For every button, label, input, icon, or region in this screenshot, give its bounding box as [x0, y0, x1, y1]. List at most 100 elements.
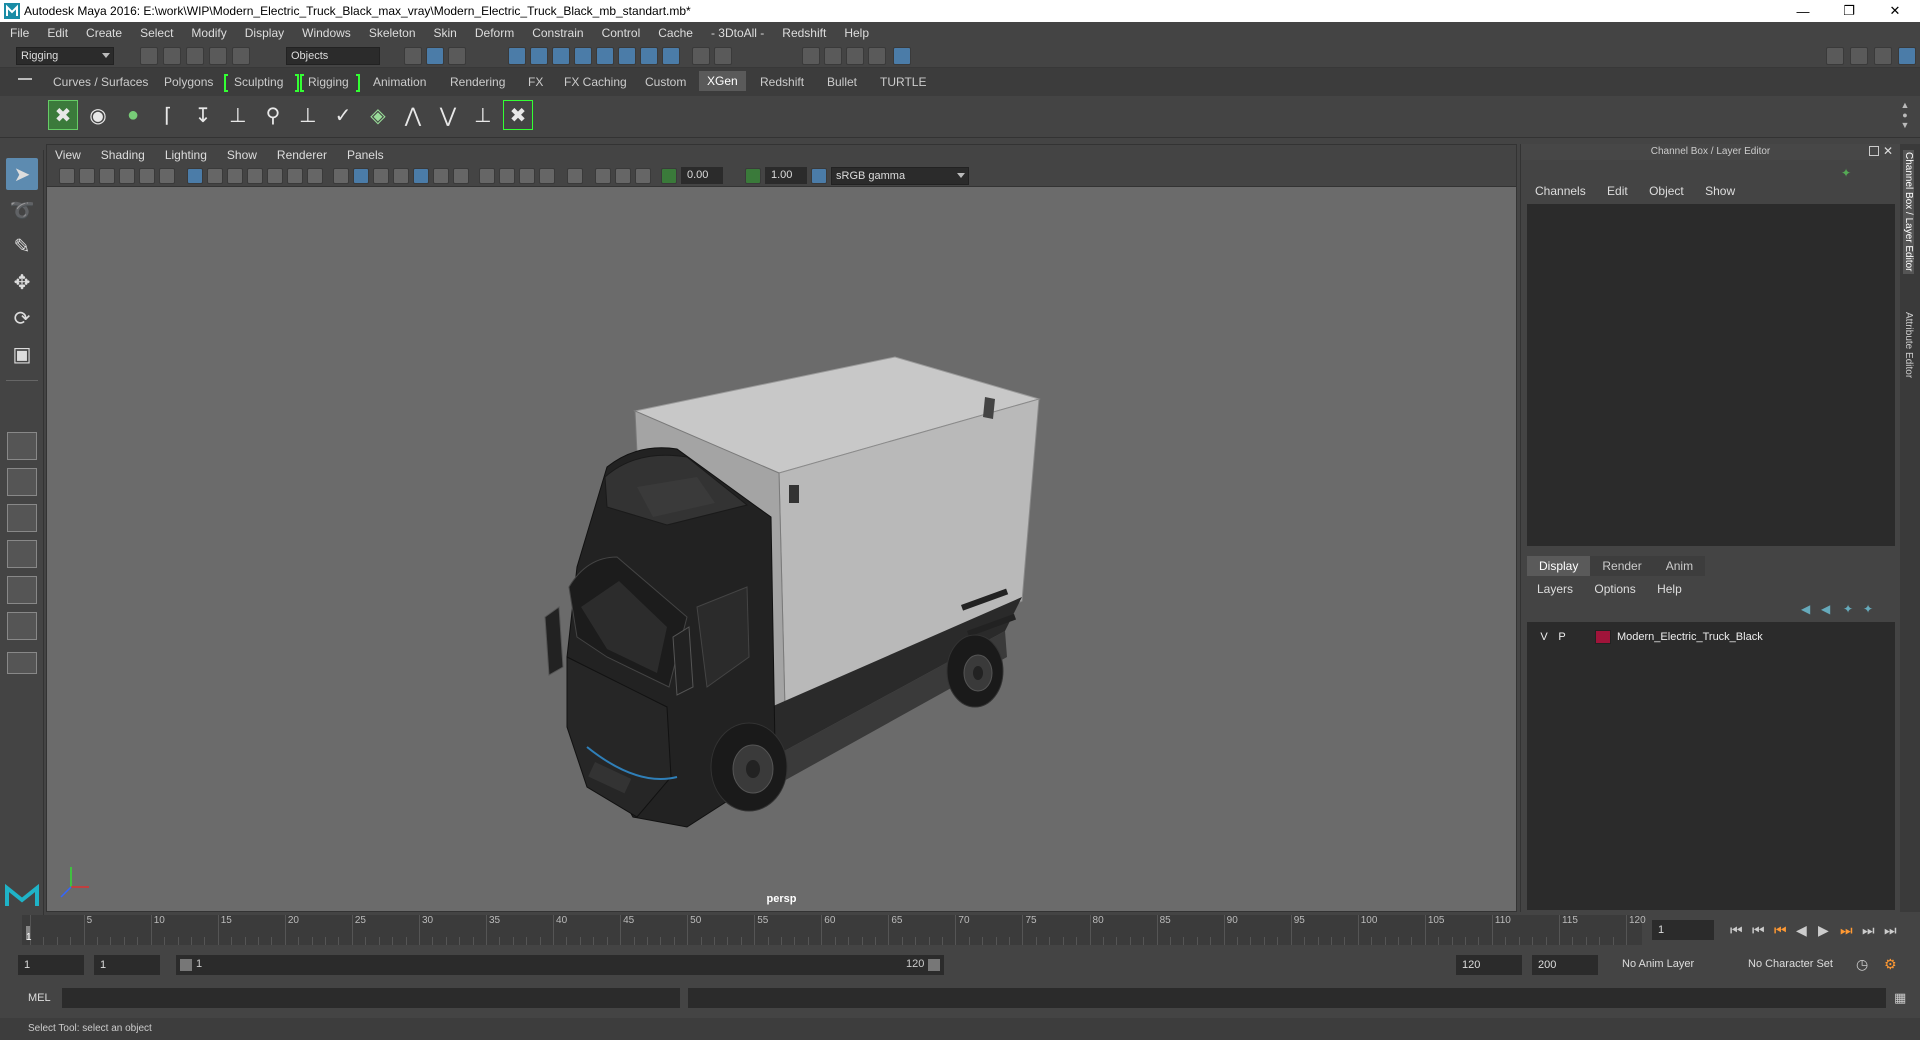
use-all-lights-icon[interactable]: [433, 168, 449, 184]
safe-action-icon[interactable]: [287, 168, 303, 184]
menu-display[interactable]: Display: [245, 26, 284, 40]
snap-curve-icon[interactable]: [530, 47, 548, 65]
close-icon[interactable]: ✕: [1883, 144, 1893, 158]
viewport-menu-renderer[interactable]: Renderer: [277, 148, 327, 162]
shelf-menu-icon[interactable]: [18, 78, 32, 80]
xgen-interactive-icon[interactable]: ⋀: [398, 100, 428, 130]
tab-sculpting[interactable]: Sculpting: [234, 75, 283, 89]
gate-mask-icon[interactable]: [247, 168, 263, 184]
menu-3dtoall[interactable]: - 3DtoAll -: [711, 26, 764, 40]
menu-control[interactable]: Control: [602, 26, 641, 40]
menu-skin[interactable]: Skin: [434, 26, 457, 40]
menuset-dropdown[interactable]: Rigging: [16, 47, 114, 65]
tab-fx[interactable]: FX: [528, 75, 543, 89]
new-scene-icon[interactable]: [140, 47, 158, 65]
hypershade-layout-icon[interactable]: [7, 612, 37, 640]
color-management-icon[interactable]: [811, 168, 827, 184]
start-time-field[interactable]: 1: [18, 955, 84, 975]
minimize-button[interactable]: —: [1780, 0, 1826, 22]
single-pane-layout-icon[interactable]: [7, 432, 37, 460]
menu-windows[interactable]: Windows: [302, 26, 351, 40]
range-slider[interactable]: 1 120: [176, 955, 944, 975]
shadows-icon[interactable]: [453, 168, 469, 184]
play-forward-icon[interactable]: ▶: [1818, 922, 1829, 939]
xgen-lock-icon[interactable]: ⊥: [293, 100, 323, 130]
isolate-select-icon[interactable]: [567, 168, 583, 184]
tab-display[interactable]: Display: [1527, 556, 1591, 576]
viewport-menu-panels[interactable]: Panels: [347, 148, 384, 162]
attribute-editor-side-tab[interactable]: Attribute Editor: [1903, 312, 1914, 378]
close-button[interactable]: ✕: [1872, 0, 1918, 22]
channel-list[interactable]: [1527, 204, 1895, 546]
tab-custom[interactable]: Custom: [645, 75, 686, 89]
step-forward-icon[interactable]: ⏭: [1862, 922, 1875, 939]
xgen-delete-icon[interactable]: ✖: [503, 100, 533, 130]
snap-point-icon[interactable]: [552, 47, 570, 65]
gamma-icon[interactable]: [745, 168, 761, 184]
screen-space-ao-icon[interactable]: [479, 168, 495, 184]
select-object-icon[interactable]: [426, 47, 444, 65]
select-hierarchy-icon[interactable]: [404, 47, 422, 65]
hypershade-icon[interactable]: [893, 47, 911, 65]
command-input[interactable]: [62, 988, 680, 1008]
snap-toggle-icon[interactable]: [640, 47, 658, 65]
ipr-render-icon[interactable]: [846, 47, 864, 65]
camera-attributes-icon[interactable]: [79, 168, 95, 184]
menu-create[interactable]: Create: [86, 26, 122, 40]
go-to-start-icon[interactable]: ⏮: [1730, 922, 1743, 939]
persp-viewport[interactable]: View Shading Lighting Show Renderer Pane…: [46, 144, 1517, 912]
playback-end-field[interactable]: 120: [1456, 955, 1522, 975]
persp-outliner-layout-icon[interactable]: [7, 540, 37, 568]
tab-polygons[interactable]: Polygons: [164, 75, 213, 89]
xgen-guides-icon[interactable]: ⌈: [153, 100, 183, 130]
redo-icon[interactable]: [232, 47, 250, 65]
channel-menu-show[interactable]: Show: [1705, 184, 1735, 198]
auto-key-icon[interactable]: ◷: [1856, 956, 1868, 973]
layer-name[interactable]: Modern_Electric_Truck_Black: [1617, 631, 1763, 643]
restore-button[interactable]: ❐: [1826, 0, 1872, 22]
menu-constrain[interactable]: Constrain: [532, 26, 583, 40]
float-panel-icon[interactable]: [1869, 146, 1879, 156]
tab-xgen[interactable]: XGen: [699, 71, 746, 91]
new-layer-icon[interactable]: ✦: [1843, 602, 1853, 616]
snap-grid-icon[interactable]: [508, 47, 526, 65]
menu-redshift[interactable]: Redshift: [782, 26, 826, 40]
channel-menu-edit[interactable]: Edit: [1607, 184, 1628, 198]
grease-pencil-icon[interactable]: [159, 168, 175, 184]
symmetry-icon[interactable]: [662, 47, 680, 65]
viewport-menu-lighting[interactable]: Lighting: [165, 148, 207, 162]
range-start-handle[interactable]: [180, 959, 192, 971]
paint-select-icon[interactable]: ✎: [6, 230, 38, 262]
four-pane-layout-icon[interactable]: [7, 468, 37, 496]
xray-icon[interactable]: [595, 168, 611, 184]
snap-view-plane-icon[interactable]: [596, 47, 614, 65]
anim-prefs-icon[interactable]: ⚙: [1884, 956, 1897, 973]
layer-menu-layers[interactable]: Layers: [1537, 582, 1573, 596]
layer-menu-options[interactable]: Options: [1594, 582, 1635, 596]
resolution-gate-icon[interactable]: [227, 168, 243, 184]
anim-layer-dropdown[interactable]: No Anim Layer: [1622, 958, 1694, 970]
wireframe-on-shaded-icon[interactable]: [393, 168, 409, 184]
channel-menu-object[interactable]: Object: [1649, 184, 1684, 198]
anti-aliasing-icon[interactable]: [519, 168, 535, 184]
field-chart-icon[interactable]: [267, 168, 283, 184]
xgen-comb-icon[interactable]: ⋁: [433, 100, 463, 130]
smooth-shade-icon[interactable]: [353, 168, 369, 184]
xgen-lasso-icon[interactable]: ⚲: [258, 100, 288, 130]
shelf-scroll-icon[interactable]: ▲ ● ▼: [1898, 100, 1912, 132]
persp-graph-layout-icon[interactable]: [7, 576, 37, 604]
tab-render[interactable]: Render: [1590, 556, 1654, 576]
menu-cache[interactable]: Cache: [658, 26, 693, 40]
tab-fx-caching[interactable]: FX Caching: [564, 75, 627, 89]
undo-icon[interactable]: [209, 47, 227, 65]
prev-key-icon[interactable]: ⏮: [1774, 922, 1787, 939]
tab-bullet[interactable]: Bullet: [827, 75, 857, 89]
bookmark-icon[interactable]: [99, 168, 115, 184]
scale-tool-icon[interactable]: ▣: [6, 338, 38, 370]
next-key-icon[interactable]: ⏭: [1840, 922, 1853, 939]
move-layer-down-icon[interactable]: ◀: [1821, 602, 1830, 616]
tab-animation[interactable]: Animation: [373, 75, 426, 89]
xgen-preview-icon[interactable]: ◉: [83, 100, 113, 130]
grid-icon[interactable]: [187, 168, 203, 184]
tab-curves-surfaces[interactable]: Curves / Surfaces: [53, 75, 148, 89]
